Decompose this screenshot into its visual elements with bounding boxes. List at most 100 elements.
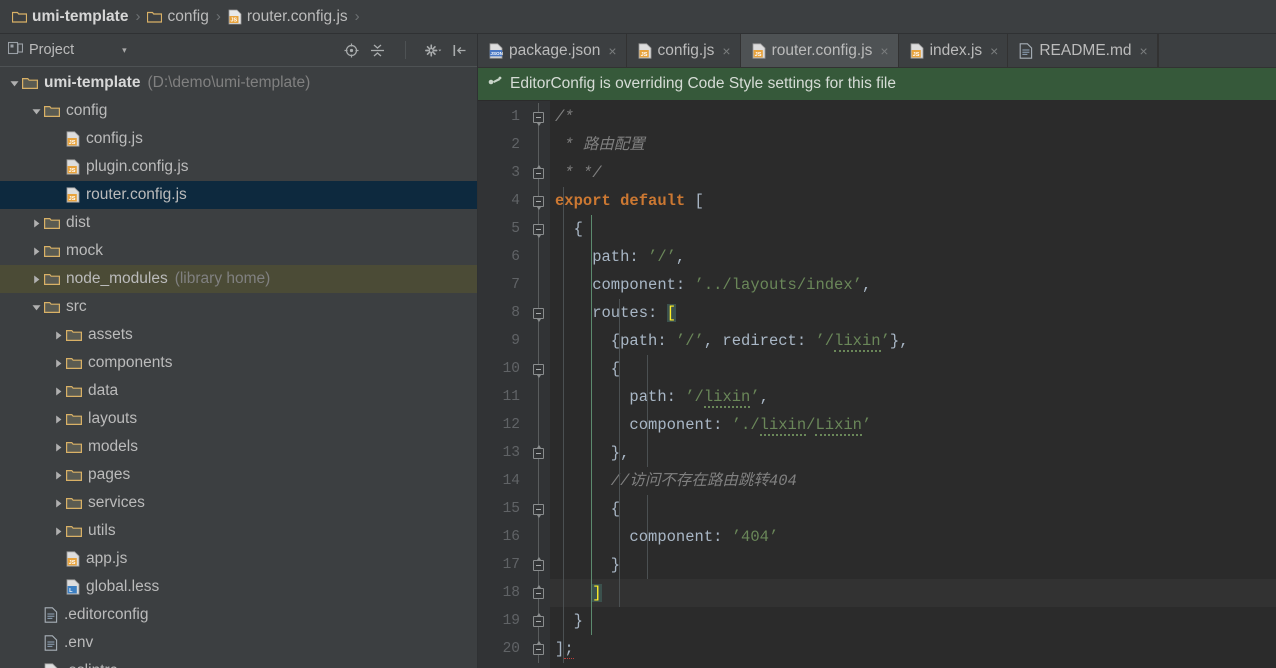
code-line-14[interactable]: //访问不存在路由跳转404 bbox=[550, 467, 1276, 495]
code-line-11[interactable]: path: ’/lixin’, bbox=[550, 383, 1276, 411]
code-line-10[interactable]: { bbox=[550, 355, 1276, 383]
fold-row bbox=[528, 383, 550, 411]
fold-toggle-icon[interactable] bbox=[533, 196, 544, 210]
tree-item-src[interactable]: src bbox=[0, 293, 477, 321]
close-icon[interactable]: × bbox=[990, 43, 998, 59]
code-line-9[interactable]: {path: ’/’, redirect: ’/lixin’}, bbox=[550, 327, 1276, 355]
tree-item-app-js[interactable]: JS app.js bbox=[0, 545, 477, 573]
tree-item-eslintrc[interactable]: JSON .eslintrc bbox=[0, 657, 477, 668]
code-line-2[interactable]: * 路由配置 bbox=[550, 131, 1276, 159]
chevron-right-icon[interactable] bbox=[50, 467, 66, 483]
fold-toggle-icon[interactable] bbox=[533, 445, 544, 459]
chevron-down-icon[interactable] bbox=[28, 299, 44, 315]
chevron-right-icon[interactable] bbox=[50, 495, 66, 511]
tree-item-router-config-js[interactable]: JS router.config.js bbox=[0, 181, 477, 209]
editor-tab-bar[interactable]: JSON package.json × JS config.js × JS router.co… bbox=[478, 34, 1276, 68]
code-line-1[interactable]: /* bbox=[550, 103, 1276, 131]
chevron-right-icon[interactable] bbox=[50, 327, 66, 343]
tree-item-config-js[interactable]: JS config.js bbox=[0, 125, 477, 153]
code-content[interactable]: /* * 路由配置 * */export default [ { path: ’… bbox=[550, 101, 1276, 668]
tree-item-global-less[interactable]: Lglobal.less bbox=[0, 573, 477, 601]
code-line-21[interactable] bbox=[550, 663, 1276, 668]
fold-toggle-icon[interactable] bbox=[533, 585, 544, 599]
tree-item-plugin-config-js[interactable]: JS plugin.config.js bbox=[0, 153, 477, 181]
editor-tab-router-config-js[interactable]: JS router.config.js × bbox=[740, 34, 899, 67]
tree-item-editorconfig[interactable]: .editorconfig bbox=[0, 601, 477, 629]
code-line-6[interactable]: path: ’/’, bbox=[550, 243, 1276, 271]
editor-tab-package-json[interactable]: JSON package.json × bbox=[478, 34, 627, 67]
folder-icon bbox=[44, 217, 60, 230]
editorconfig-notification[interactable]: EditorConfig is overriding Code Style se… bbox=[478, 68, 1276, 101]
tree-item-services[interactable]: services bbox=[0, 489, 477, 517]
breadcrumb-item-file[interactable]: JS router.config.js bbox=[226, 8, 350, 26]
fold-toggle-icon[interactable] bbox=[533, 613, 544, 627]
tree-item-components[interactable]: components bbox=[0, 349, 477, 377]
editor-tab-label: index.js bbox=[929, 41, 983, 59]
fold-toggle-icon[interactable] bbox=[533, 112, 544, 126]
code-line-5[interactable]: { bbox=[550, 215, 1276, 243]
line-number: 12 bbox=[502, 417, 520, 433]
project-tree[interactable]: umi-template (D:\demo\umi-template) config… bbox=[0, 67, 477, 668]
code-folding-strip[interactable] bbox=[528, 101, 550, 668]
code-line-12[interactable]: component: ’./lixin/Lixin’ bbox=[550, 411, 1276, 439]
chevron-right-icon[interactable] bbox=[28, 215, 44, 231]
code-line-3[interactable]: * */ bbox=[550, 159, 1276, 187]
tree-item-dist[interactable]: dist bbox=[0, 209, 477, 237]
tree-item-utils[interactable]: utils bbox=[0, 517, 477, 545]
code-line-13[interactable]: }, bbox=[550, 439, 1276, 467]
code-line-19[interactable]: } bbox=[550, 607, 1276, 635]
code-line-18[interactable]: ] bbox=[550, 579, 1276, 607]
code-line-7[interactable]: component: ’../layouts/index’, bbox=[550, 271, 1276, 299]
chevron-down-icon[interactable]: ▾ bbox=[122, 45, 127, 56]
tree-item-mock[interactable]: mock bbox=[0, 237, 477, 265]
chevron-down-icon[interactable] bbox=[28, 103, 44, 119]
tree-item-assets[interactable]: assets bbox=[0, 321, 477, 349]
tree-item-models[interactable]: models bbox=[0, 433, 477, 461]
collapse-all-icon[interactable] bbox=[369, 42, 386, 59]
tree-item-umi-template[interactable]: umi-template (D:\demo\umi-template) bbox=[0, 69, 477, 97]
close-icon[interactable]: × bbox=[880, 43, 888, 59]
breadcrumb-item-config[interactable]: config bbox=[145, 8, 210, 26]
fold-toggle-icon[interactable] bbox=[533, 224, 544, 238]
chevron-right-icon[interactable] bbox=[50, 383, 66, 399]
fold-toggle-icon[interactable] bbox=[533, 504, 544, 518]
code-line-20[interactable]: ]; bbox=[550, 635, 1276, 663]
close-icon[interactable]: × bbox=[608, 43, 616, 59]
code-line-16[interactable]: component: ’404’ bbox=[550, 523, 1276, 551]
editor-tab-config-js[interactable]: JS config.js × bbox=[627, 34, 741, 67]
fold-toggle-icon[interactable] bbox=[533, 364, 544, 378]
chevron-right-icon[interactable] bbox=[50, 411, 66, 427]
svg-text:JS: JS bbox=[69, 560, 76, 566]
fold-toggle-icon[interactable] bbox=[533, 165, 544, 179]
code-line-15[interactable]: { bbox=[550, 495, 1276, 523]
chevron-right-icon[interactable] bbox=[50, 355, 66, 371]
editor-tab-index-js[interactable]: JS index.js × bbox=[899, 34, 1009, 67]
fold-toggle-icon[interactable] bbox=[533, 308, 544, 322]
chevron-down-icon[interactable] bbox=[6, 75, 22, 91]
code-line-4[interactable]: export default [ bbox=[550, 187, 1276, 215]
code-line-8[interactable]: routes: [ bbox=[550, 299, 1276, 327]
locate-file-icon[interactable] bbox=[343, 42, 360, 59]
settings-gear-icon[interactable] bbox=[425, 42, 442, 59]
fold-toggle-icon[interactable] bbox=[533, 641, 544, 655]
tree-item-pages[interactable]: pages bbox=[0, 461, 477, 489]
editor-tab-readme-md[interactable]: README.md × bbox=[1008, 34, 1158, 67]
breadcrumb-item-project[interactable]: umi-template bbox=[10, 8, 130, 26]
hide-panel-icon[interactable] bbox=[451, 42, 468, 59]
fold-toggle-icon[interactable] bbox=[533, 557, 544, 571]
tree-item-layouts[interactable]: layouts bbox=[0, 405, 477, 433]
close-icon[interactable]: × bbox=[722, 43, 730, 59]
chevron-right-icon[interactable] bbox=[28, 243, 44, 259]
close-icon[interactable]: × bbox=[1140, 43, 1148, 59]
tree-item-data[interactable]: data bbox=[0, 377, 477, 405]
tree-item-config[interactable]: config bbox=[0, 97, 477, 125]
chevron-right-icon[interactable] bbox=[28, 271, 44, 287]
chevron-right-icon[interactable] bbox=[50, 439, 66, 455]
tree-item-node-modules[interactable]: node_modules (library home) bbox=[0, 265, 477, 293]
chevron-right-icon[interactable] bbox=[50, 523, 66, 539]
code-line-17[interactable]: } bbox=[550, 551, 1276, 579]
project-panel-title[interactable]: Project ▾ bbox=[7, 41, 127, 59]
line-number: 15 bbox=[502, 501, 520, 517]
tree-item-env[interactable]: .env bbox=[0, 629, 477, 657]
code-viewport[interactable]: 123456789101112131415161718192021 /* * 路… bbox=[478, 101, 1276, 668]
